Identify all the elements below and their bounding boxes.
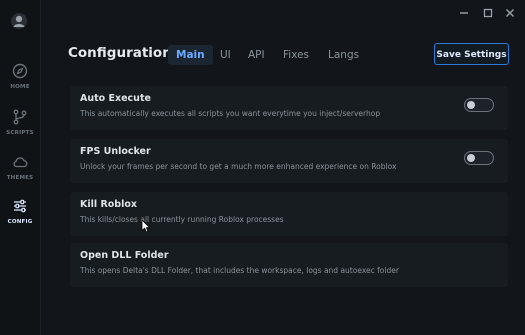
sliders-icon <box>14 199 26 213</box>
sidebar-item-home[interactable]: HOME <box>0 62 40 90</box>
mouse-cursor-icon <box>141 219 150 233</box>
sidebar-item-label: CONFIG <box>7 219 33 225</box>
sidebar-item-config[interactable]: CONFIG <box>0 197 40 225</box>
setting-auto-execute: Auto Execute This automatically executes… <box>70 86 508 130</box>
toggle-knob <box>467 154 475 162</box>
sidebar-item-label: SCRIPTS <box>6 130 34 136</box>
page-title: Configuration <box>68 45 172 61</box>
setting-description: This automatically executes all scripts … <box>80 109 381 118</box>
setting-title: Kill Roblox <box>80 199 137 210</box>
save-settings-button[interactable]: Save Settings <box>434 43 509 65</box>
toggle-knob <box>467 101 475 109</box>
open-dll-folder-button[interactable]: Open DLL Folder This opens Delta's DLL F… <box>70 243 508 287</box>
setting-fps-unlocker: FPS Unlocker Unlock your frames per seco… <box>70 139 508 183</box>
app-window: HOME SCRIPTS THEMES CONFIG Configuration… <box>0 0 525 335</box>
fps-unlocker-toggle[interactable] <box>464 151 494 165</box>
tab-fixes[interactable]: Fixes <box>283 45 309 65</box>
sidebar: HOME SCRIPTS THEMES CONFIG <box>0 0 41 335</box>
sidebar-item-label: THEMES <box>6 175 34 181</box>
setting-description: This opens Delta's DLL Folder, that incl… <box>80 266 399 275</box>
setting-title: Auto Execute <box>80 93 151 104</box>
branch-icon <box>13 109 27 125</box>
minimize-icon[interactable] <box>457 6 471 20</box>
auto-execute-toggle[interactable] <box>464 98 494 112</box>
app-logo-icon <box>11 13 27 29</box>
setting-description: This kills/closes all currently running … <box>80 215 284 224</box>
tab-ui[interactable]: UI <box>220 45 231 65</box>
setting-title: Open DLL Folder <box>80 250 169 261</box>
cloud-icon <box>13 157 28 168</box>
tab-langs[interactable]: Langs <box>328 45 359 65</box>
close-icon[interactable] <box>503 6 517 20</box>
setting-description: Unlock your frames per second to get a m… <box>80 162 397 171</box>
tab-api[interactable]: API <box>248 45 265 65</box>
sidebar-item-themes[interactable]: THEMES <box>0 153 40 181</box>
sidebar-item-label: HOME <box>10 84 30 90</box>
tab-main[interactable]: Main <box>168 45 213 65</box>
setting-title: FPS Unlocker <box>80 146 151 157</box>
kill-roblox-button[interactable]: Kill Roblox This kills/closes all curren… <box>70 192 508 236</box>
compass-icon <box>12 63 28 79</box>
maximize-icon[interactable] <box>481 6 495 20</box>
sidebar-item-scripts[interactable]: SCRIPTS <box>0 108 40 136</box>
